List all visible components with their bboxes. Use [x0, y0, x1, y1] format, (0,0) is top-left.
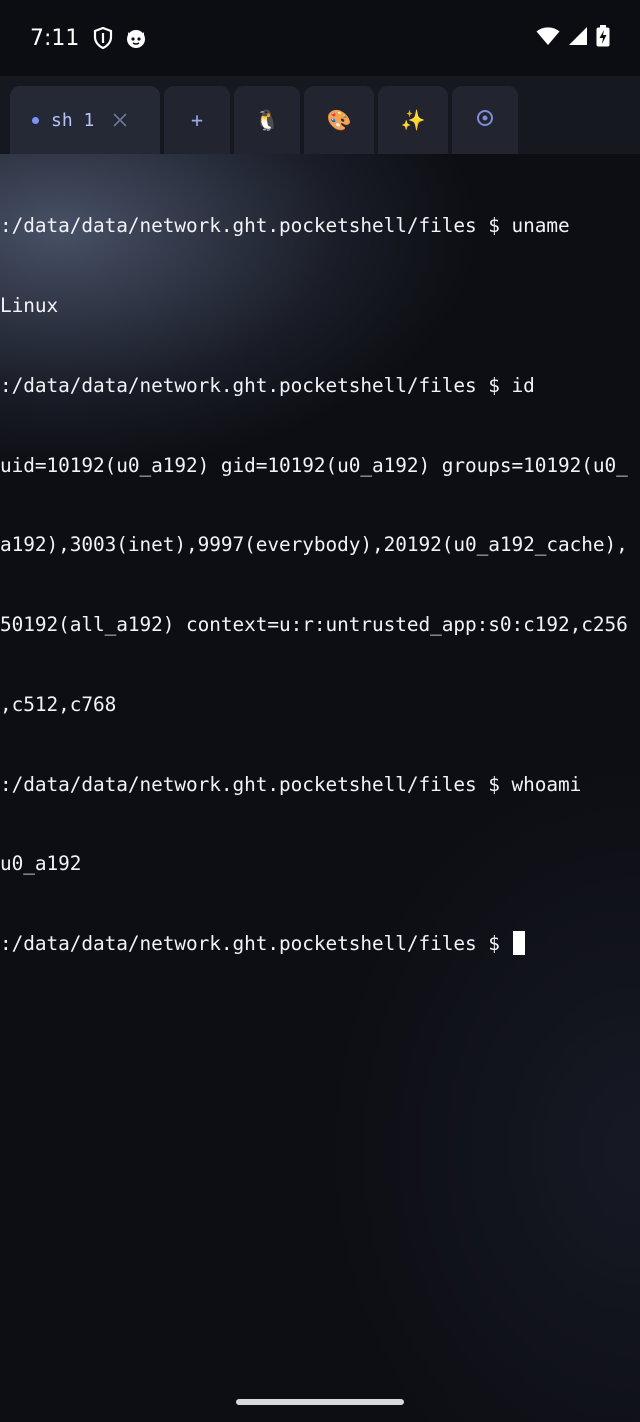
- terminal-prompt: :/data/data/network.ght.pocketshell/file…: [0, 932, 512, 956]
- battery-charging-icon: [596, 25, 610, 51]
- tab-label: sh 1: [51, 109, 95, 131]
- terminal-line: :/data/data/network.ght.pocketshell/file…: [0, 772, 582, 796]
- tab-sh-1[interactable]: sh 1: [10, 86, 160, 154]
- terminal-prompt-line[interactable]: :/data/data/network.ght.pocketshell/file…: [0, 931, 640, 958]
- home-indicator[interactable]: [236, 1399, 404, 1405]
- terminal-output[interactable]: :/data/data/network.ght.pocketshell/file…: [0, 160, 640, 1011]
- linux-tab-button[interactable]: 🐧: [234, 86, 300, 154]
- status-time: 7:11: [30, 25, 80, 51]
- penguin-icon: 🐧: [254, 108, 280, 132]
- gear-icon: [474, 107, 496, 133]
- terminal-line: 50192(all_a192) context=u:r:untrusted_ap…: [0, 613, 628, 637]
- shield-icon: [93, 27, 113, 49]
- terminal-line: uid=10192(u0_a192) gid=10192(u0_a192) gr…: [0, 453, 628, 477]
- wifi-icon: [536, 26, 560, 50]
- screen: 7:11 sh 1 + 🐧 🎨 ✨:/data/data/network.gh…: [0, 0, 640, 1422]
- plus-icon: +: [190, 108, 204, 132]
- tab-bar: sh 1 + 🐧 🎨 ✨: [0, 76, 640, 154]
- terminal-line: :/data/data/network.ght.pocketshell/file…: [0, 214, 570, 238]
- theme-tab-button[interactable]: 🎨: [304, 86, 374, 154]
- active-indicator-dot: [32, 116, 39, 124]
- ai-tab-button[interactable]: ✨: [378, 86, 448, 154]
- status-bar: 7:11: [0, 0, 640, 76]
- close-icon[interactable]: [112, 112, 128, 128]
- cat-face-icon: [125, 27, 147, 49]
- palette-icon: 🎨: [326, 108, 352, 132]
- terminal-line: ,c512,c768: [0, 692, 117, 716]
- terminal-line: Linux: [0, 293, 59, 317]
- terminal-cursor: [513, 931, 526, 956]
- sparkles-icon: ✨: [400, 108, 426, 132]
- status-right-icons: [536, 25, 610, 51]
- terminal-line: a192),3003(inet),9997(everybody),20192(u…: [0, 533, 628, 557]
- terminal-line: :/data/data/network.ght.pocketshell/file…: [0, 373, 535, 397]
- terminal-line: u0_a192: [0, 852, 82, 876]
- settings-tab-button[interactable]: [452, 86, 518, 154]
- cellular-signal-icon: [568, 26, 588, 50]
- new-tab-button[interactable]: +: [164, 86, 230, 154]
